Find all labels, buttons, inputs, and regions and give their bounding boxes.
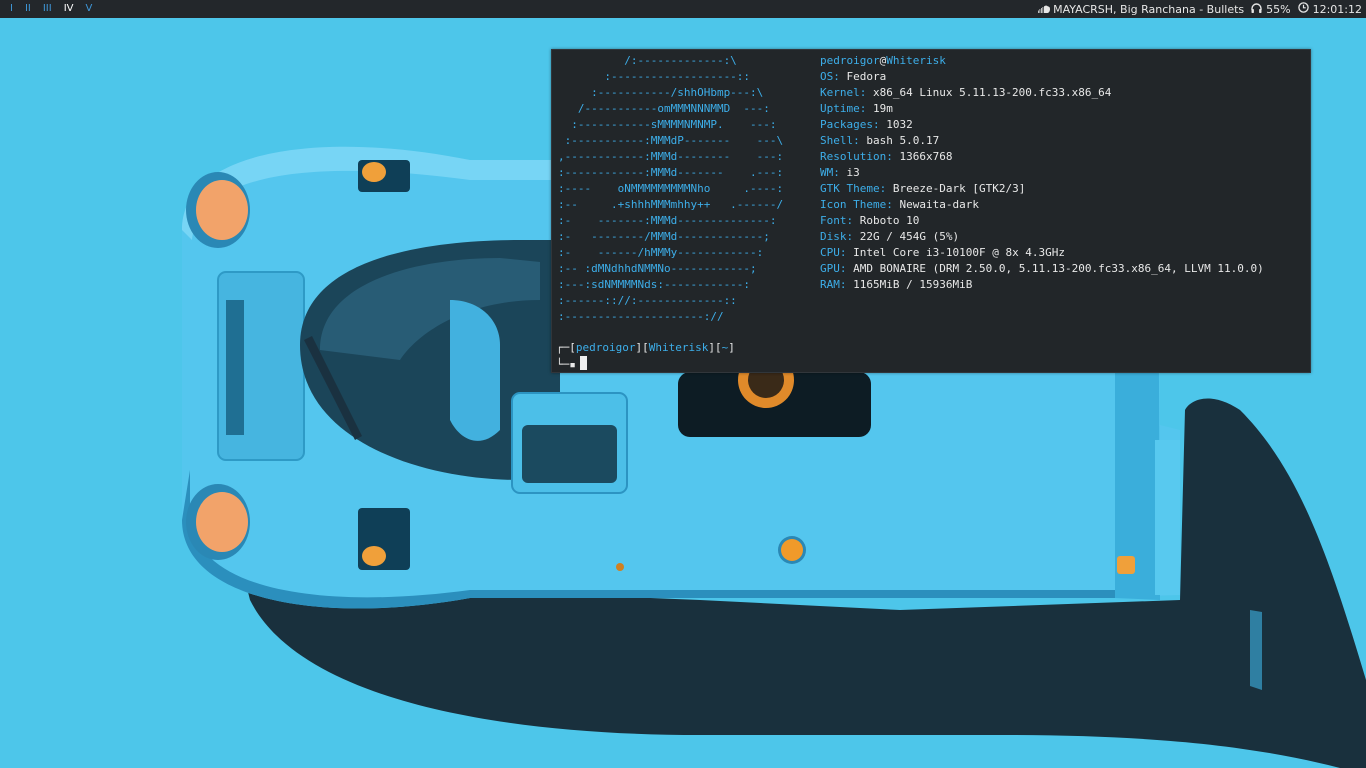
now-playing-text: MAYACRSH, Big Ranchana - Bullets: [1053, 2, 1245, 16]
clock-text: 12:01:12: [1312, 2, 1362, 16]
info-disk: Disk: 22G / 454G (5%): [820, 230, 960, 243]
workspace-4[interactable]: IV: [58, 0, 80, 18]
info-os: OS: Fedora: [820, 70, 887, 83]
terminal-window[interactable]: /:-------------:\ :-------------------::…: [551, 49, 1311, 373]
clock-icon: [1297, 2, 1310, 16]
info-wm: WM: i3: [820, 166, 860, 179]
info-ram: RAM: 1165MiB / 15936MiB: [820, 278, 973, 291]
prompt-line: ┌─[pedroigor][Whiterisk][~]: [556, 341, 735, 354]
headphones-icon: [1251, 2, 1263, 16]
soundcloud-icon: [1038, 3, 1051, 16]
info-gpu: GPU: AMD BONAIRE (DRM 2.50.0, 5.11.13-20…: [820, 262, 1264, 275]
workspace-switcher: I II III IV V: [4, 0, 98, 18]
fedora-ascii-logo: /:-------------:\ :-------------------::…: [558, 54, 784, 323]
system-info: pedroigor@Whiterisk OS: Fedora Kernel: x…: [820, 53, 1264, 293]
status-area: MAYACRSH, Big Ranchana - Bullets 55% 12:…: [1031, 2, 1366, 16]
now-playing[interactable]: MAYACRSH, Big Ranchana - Bullets: [1038, 3, 1244, 16]
info-header: pedroigor@Whiterisk: [820, 54, 946, 67]
info-resolution: Resolution: 1366x768: [820, 150, 953, 163]
info-shell: Shell: bash 5.0.17: [820, 134, 940, 147]
info-kernel: Kernel: x86_64 Linux 5.11.13-200.fc33.x8…: [820, 86, 1112, 99]
info-packages: Packages: 1032: [820, 118, 913, 131]
workspace-1[interactable]: I: [4, 0, 19, 18]
workspace-2[interactable]: II: [19, 0, 37, 18]
text-cursor: [579, 356, 587, 370]
input-line[interactable]: └─▪: [556, 356, 735, 372]
volume[interactable]: 55%: [1251, 2, 1291, 16]
info-icon-theme: Icon Theme: Newaita-dark: [820, 198, 979, 211]
info-uptime: Uptime: 19m: [820, 102, 893, 115]
top-bar: I II III IV V MAYACRSH, Big Ranchana - B…: [0, 0, 1366, 18]
workspace-5[interactable]: V: [80, 0, 99, 18]
clock: 12:01:12: [1297, 2, 1362, 16]
info-gtk-theme: GTK Theme: Breeze-Dark [GTK2/3]: [820, 182, 1026, 195]
workspace-3[interactable]: III: [37, 0, 58, 18]
shell-prompt[interactable]: ┌─[pedroigor][Whiterisk][~] └─▪: [556, 340, 735, 372]
info-font: Font: Roboto 10: [820, 214, 920, 227]
volume-text: 55%: [1266, 2, 1291, 16]
info-cpu: CPU: Intel Core i3-10100F @ 8x 4.3GHz: [820, 246, 1066, 259]
